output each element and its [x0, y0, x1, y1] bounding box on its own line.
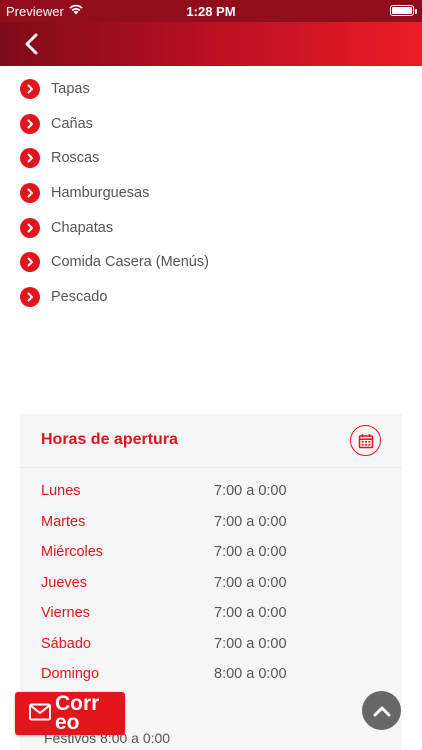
status-bar: Previewer 1:28 PM — [0, 0, 422, 22]
menu-item-comida-casera[interactable]: Comida Casera (Menús) — [20, 245, 400, 280]
time-range: 7:00 a 0:00 — [214, 635, 287, 652]
time-range: 7:00 a 0:00 — [214, 544, 287, 560]
battery-icon — [390, 5, 414, 16]
scroll-to-top-button[interactable] — [362, 691, 401, 730]
calendar-button[interactable] — [350, 425, 381, 456]
menu-item-label: Tapas — [51, 81, 90, 98]
hours-row: Viernes 7:00 a 0:00 — [41, 605, 391, 627]
day-label: Jueves — [41, 574, 87, 591]
clock: 1:28 PM — [186, 4, 236, 19]
opening-hours-title: Horas de apertura — [41, 431, 178, 448]
hours-row: Lunes 7:00 a 0:00 — [41, 483, 391, 505]
menu-item-chapatas[interactable]: Chapatas — [20, 210, 400, 245]
chevron-right-icon — [20, 79, 40, 100]
opening-hours-header: Horas de apertura — [20, 414, 402, 468]
menu-item-label: Cañas — [51, 115, 93, 132]
nav-bar — [0, 22, 422, 66]
day-label: Viernes — [41, 605, 90, 621]
hours-row: Jueves 7:00 a 0:00 — [41, 575, 391, 597]
day-label: Martes — [41, 513, 86, 530]
time-range: 7:00 a 0:00 — [214, 483, 287, 499]
chevron-right-icon — [20, 148, 40, 169]
envelope-icon — [29, 703, 51, 721]
menu-item-label: Roscas — [51, 150, 100, 167]
email-button-label: Correo — [55, 692, 100, 734]
menu-item-label: Pescado — [51, 288, 108, 305]
battery-tip — [415, 9, 417, 14]
chevron-right-icon — [20, 113, 40, 134]
menu-item-label: Comida Casera (Menús) — [51, 254, 209, 271]
chevron-up-icon — [373, 706, 390, 716]
day-label: Lunes — [41, 483, 81, 499]
menu-item-canas[interactable]: Cañas — [20, 107, 400, 142]
email-button[interactable]: Correo — [15, 692, 125, 735]
menu-item-roscas[interactable]: Roscas — [20, 141, 400, 176]
time-range: 7:00 a 0:00 — [214, 574, 287, 591]
time-range: 7:00 a 0:00 — [214, 513, 287, 530]
time-range: 7:00 a 0:00 — [214, 605, 287, 621]
calendar-icon — [358, 433, 373, 448]
hours-row: Domingo 8:00 a 0:00 — [41, 666, 391, 688]
menu-item-hamburguesas[interactable]: Hamburguesas — [20, 176, 400, 211]
menu-item-label: Chapatas — [51, 219, 114, 236]
hours-row: Martes 7:00 a 0:00 — [41, 514, 391, 536]
chevron-right-icon — [20, 217, 40, 238]
menu-item-label: Hamburguesas — [51, 185, 150, 202]
day-label: Domingo — [41, 666, 100, 682]
chevron-left-icon — [25, 33, 38, 55]
hours-row: Miércoles 7:00 a 0:00 — [41, 544, 391, 566]
chevron-right-icon — [20, 252, 40, 273]
day-label: Sábado — [41, 635, 91, 652]
menu-list: Tapas Cañas Roscas Hamburguesas Chapatas… — [20, 72, 400, 314]
day-label: Miércoles — [41, 544, 104, 560]
back-button[interactable] — [18, 30, 46, 58]
hours-row: Sábado 7:00 a 0:00 — [41, 636, 391, 658]
chevron-right-icon — [20, 183, 40, 204]
time-range: 8:00 a 0:00 — [214, 666, 287, 682]
chevron-right-icon — [20, 286, 40, 307]
menu-item-pescado[interactable]: Pescado — [20, 280, 400, 315]
menu-item-tapas[interactable]: Tapas — [20, 72, 400, 107]
